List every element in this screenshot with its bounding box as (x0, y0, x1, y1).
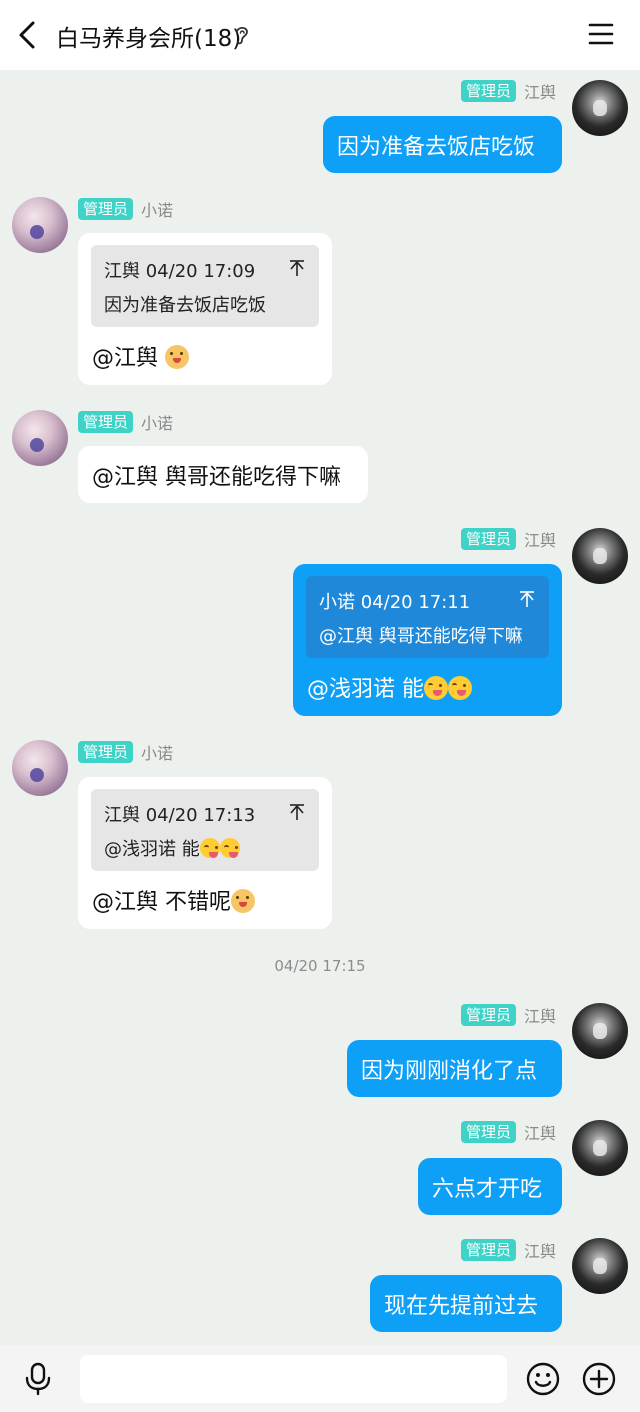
avatar-jiangyu[interactable] (572, 1003, 628, 1059)
message-list[interactable]: 管理员 江舆 因为准备去饭店吃饭 管理员 小诺 江舆 04/20 17:09 因… (0, 70, 640, 1345)
admin-badge: 管理员 (460, 1004, 516, 1026)
chat-header: 白马养身会所(18) (0, 0, 640, 70)
message-bubble-outgoing[interactable]: 小诺 04/20 17:11 @江舆 舆哥还能吃得下嘛 @浅羽诺 能 (293, 564, 562, 716)
quote-body: @浅羽诺 能 (104, 835, 240, 861)
jump-to-top-icon[interactable] (519, 590, 535, 608)
yum-face-emoji-icon (448, 676, 472, 700)
admin-badge: 管理员 (78, 741, 134, 763)
microphone-icon[interactable] (24, 1362, 52, 1396)
avatar-jiangyu[interactable] (572, 528, 628, 584)
message-text: @浅羽诺 能 (307, 671, 472, 703)
sender-name: 江舆 (523, 1124, 556, 1143)
quoted-reply[interactable]: 江舆 04/20 17:13 @浅羽诺 能 (91, 789, 319, 871)
yum-face-emoji-icon (199, 838, 220, 858)
avatar-jiangyu[interactable] (572, 1120, 628, 1176)
quote-header: 江舆 04/20 17:13 (104, 805, 256, 826)
admin-badge: 管理员 (460, 1121, 516, 1143)
sender-name: 小诺 (141, 744, 174, 763)
avatar-xiaonuo[interactable] (12, 740, 68, 796)
menu-icon[interactable] (588, 22, 614, 46)
quote-header: 小诺 04/20 17:11 (319, 592, 471, 613)
message-text: 因为刚刚消化了点 (361, 1058, 538, 1084)
admin-badge: 管理员 (460, 528, 516, 550)
message-bubble-incoming[interactable]: @江舆 舆哥还能吃得下嘛 (78, 446, 368, 503)
yum-face-emoji-icon (424, 676, 448, 700)
admin-badge: 管理员 (460, 80, 516, 102)
message-bubble-outgoing[interactable]: 因为准备去饭店吃饭 (323, 116, 562, 173)
message-input[interactable] (80, 1355, 507, 1403)
message-meta: 管理员 小诺 (78, 411, 173, 433)
chat-timestamp: 04/20 17:15 (274, 957, 366, 975)
admin-badge: 管理员 (78, 198, 134, 220)
admin-badge: 管理员 (460, 1239, 516, 1261)
message-meta: 管理员 小诺 (78, 741, 173, 763)
sender-name: 江舆 (523, 83, 556, 102)
quote-header: 江舆 04/20 17:09 (104, 261, 256, 282)
message-meta: 管理员 江舆 (460, 80, 556, 102)
message-text: 六点才开吃 (432, 1176, 543, 1202)
sender-name: 小诺 (141, 414, 174, 433)
quoted-reply[interactable]: 小诺 04/20 17:11 @江舆 舆哥还能吃得下嘛 (306, 576, 549, 658)
message-bubble-outgoing[interactable]: 现在先提前过去 (370, 1275, 562, 1332)
message-bubble-incoming[interactable]: 江舆 04/20 17:09 因为准备去饭店吃饭 @江舆 (78, 233, 332, 385)
dog-face-emoji-icon (165, 345, 189, 369)
avatar-jiangyu[interactable] (572, 1238, 628, 1294)
quoted-reply[interactable]: 江舆 04/20 17:09 因为准备去饭店吃饭 (91, 245, 319, 327)
yum-face-emoji-icon (219, 838, 240, 858)
message-text: @江舆 (92, 340, 189, 372)
message-meta: 管理员 小诺 (78, 198, 173, 220)
quote-body: 因为准备去饭店吃饭 (104, 295, 266, 316)
chat-title[interactable]: 白马养身会所(18) (56, 19, 241, 53)
sender-name: 江舆 (523, 1242, 556, 1261)
message-text: 因为准备去饭店吃饭 (337, 134, 536, 160)
avatar-xiaonuo[interactable] (12, 410, 68, 466)
quote-body: @江舆 舆哥还能吃得下嘛 (319, 626, 523, 647)
emoji-smiley-icon[interactable] (526, 1362, 560, 1396)
message-bubble-outgoing[interactable]: 因为刚刚消化了点 (347, 1040, 562, 1097)
message-meta: 管理员 江舆 (460, 1004, 556, 1026)
message-meta: 管理员 江舆 (460, 528, 556, 550)
sender-name: 小诺 (141, 201, 174, 220)
avatar-jiangyu[interactable] (572, 80, 628, 136)
message-bubble-outgoing[interactable]: 六点才开吃 (418, 1158, 562, 1215)
jump-to-top-icon[interactable] (289, 803, 305, 821)
message-text: 现在先提前过去 (384, 1293, 539, 1319)
message-text: @江舆 不错呢 (92, 884, 255, 916)
input-bar (0, 1345, 640, 1412)
sender-name: 江舆 (523, 531, 556, 550)
plus-circle-icon[interactable] (582, 1362, 616, 1396)
avatar-xiaonuo[interactable] (12, 197, 68, 253)
jump-to-top-icon[interactable] (289, 259, 305, 277)
sender-name: 江舆 (523, 1007, 556, 1026)
ear-icon (236, 26, 248, 45)
message-meta: 管理员 江舆 (460, 1121, 556, 1143)
admin-badge: 管理员 (78, 411, 134, 433)
dog-face-emoji-icon (231, 889, 255, 913)
message-meta: 管理员 江舆 (460, 1239, 556, 1261)
back-chevron-icon[interactable] (14, 20, 40, 50)
message-text: @江舆 舆哥还能吃得下嘛 (92, 464, 341, 490)
message-bubble-incoming[interactable]: 江舆 04/20 17:13 @浅羽诺 能 @江舆 不错呢 (78, 777, 332, 929)
